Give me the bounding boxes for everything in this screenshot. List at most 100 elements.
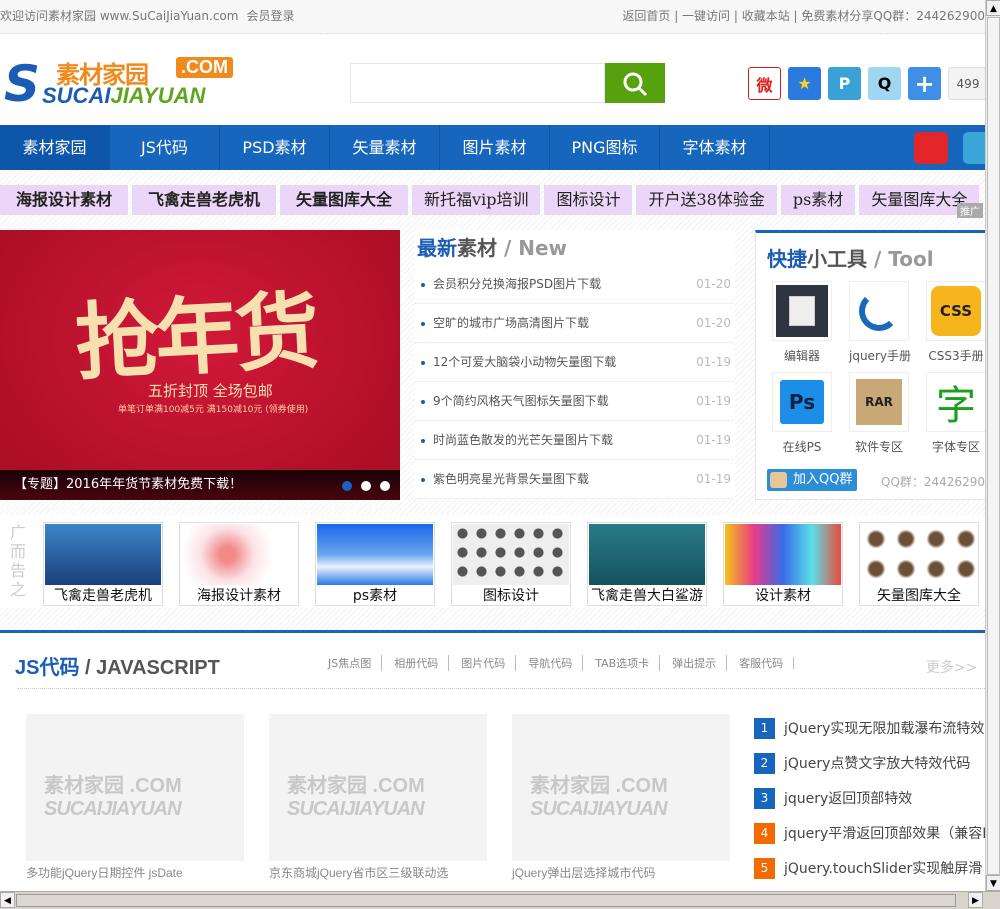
- js-tab[interactable]: 弹出提示: [659, 655, 726, 671]
- section-title: JS代码 / JAVASCRIPT: [15, 657, 220, 679]
- logo-en2: JIAYUAN: [110, 83, 206, 108]
- rank-item[interactable]: 5 jQuery.touchSlider实现触屏滑: [754, 858, 985, 891]
- item-date: 01-19: [696, 394, 731, 408]
- rank-item[interactable]: 2 jQuery点赞文字放大特效代码: [754, 753, 985, 788]
- js-tab[interactable]: 相册代码: [381, 655, 448, 671]
- nav-vector[interactable]: 矢量素材: [330, 125, 440, 170]
- ad-item[interactable]: 图标设计: [451, 522, 571, 606]
- list-item[interactable]: 会员积分兑换海报PSD图片下载 01-20: [415, 265, 733, 304]
- css3-icon: CSS: [931, 286, 981, 336]
- logo-en1: SUCAI: [42, 83, 111, 108]
- vertical-scrollbar[interactable]: ▲ ▼: [985, 0, 1000, 891]
- tool-editor[interactable]: 编辑器: [772, 281, 832, 364]
- search-button[interactable]: [605, 63, 665, 103]
- horizontal-scrollbar[interactable]: ◀ ▶: [0, 891, 1000, 909]
- scroll-right-icon[interactable]: ▶: [968, 892, 983, 908]
- tencent-weibo-icon[interactable]: P: [828, 67, 861, 100]
- newest-materials: 最新素材 / New 会员积分兑换海报PSD图片下载 01-20 空旷的城市广场高…: [415, 230, 735, 500]
- login-link[interactable]: 会员登录: [246, 9, 294, 23]
- tool-jquery[interactable]: jquery手册: [849, 281, 911, 364]
- js-tab[interactable]: JS焦点图: [328, 655, 381, 671]
- code-card[interactable]: 素材家园 .COM SUCAIJIAYUAN 多功能jQuery日期控件 jsDat…: [26, 714, 244, 881]
- promo-link[interactable]: 新托福vip培训: [412, 185, 541, 215]
- item-title: 空旷的城市广场高清图片下载: [433, 316, 590, 330]
- banner-caption[interactable]: 【专题】2016年年货节素材免费下载！: [0, 470, 400, 500]
- more-share-icon[interactable]: +: [908, 67, 941, 100]
- page: 欢迎访问素材家园 www.SuCaiJiaYuan.com 会员登录 返回首页 |…: [0, 0, 985, 891]
- nav-fonts[interactable]: 字体素材: [660, 125, 770, 170]
- tool-fonts[interactable]: 字字体专区: [926, 372, 985, 455]
- promo-link[interactable]: 海报设计素材: [0, 185, 129, 215]
- weibo-icon[interactable]: [914, 132, 948, 164]
- tool-software[interactable]: RAR 软件专区: [849, 372, 909, 455]
- code-card[interactable]: 素材家园 .COM SUCAIJIAYUAN 京东商城jQuery省市区三级联动选: [269, 714, 487, 881]
- top-links[interactable]: 返回首页 | 一键访问 | 收藏本站 | 免费素材分享QQ群：244262900: [622, 0, 985, 33]
- nav-images[interactable]: 图片素材: [440, 125, 550, 170]
- promo-link[interactable]: 飞禽走兽老虎机: [132, 185, 277, 215]
- item-date: 01-20: [696, 277, 731, 291]
- item-title: 时尚蓝色散发的光芒矢量图片下载: [433, 433, 614, 447]
- code-card[interactable]: 素材家园 .COM SUCAIJIAYUAN jQuery弹出层选择城市代码: [512, 714, 730, 881]
- placeholder-logo: 素材家园 .COM SUCAIJIAYUAN: [530, 775, 668, 820]
- join-qq-group-button[interactable]: 加入QQ群: [767, 469, 857, 491]
- js-tab[interactable]: 导航代码: [515, 655, 582, 671]
- slider-dot[interactable]: [342, 481, 352, 491]
- promo-link[interactable]: 图标设计: [544, 185, 633, 215]
- nav-home[interactable]: 素材家园: [0, 125, 110, 170]
- scroll-up-icon[interactable]: ▲: [986, 0, 1000, 16]
- share-count: 499: [948, 67, 985, 100]
- qzone-icon[interactable]: ★: [788, 67, 821, 100]
- ad-item[interactable]: 飞禽走兽老虎机: [43, 522, 163, 606]
- weibo-icon[interactable]: 微: [748, 67, 781, 100]
- slider-dot[interactable]: [361, 481, 371, 491]
- quick-tools: 快捷小工具 / Tool 编辑器 jquery手册 CSS CSS3手册 Ps 在线…: [755, 230, 985, 500]
- jquery-icon: [859, 291, 899, 331]
- ad-item[interactable]: 飞禽走兽大白鲨游: [587, 522, 707, 606]
- item-date: 01-19: [696, 355, 731, 369]
- site-logo[interactable]: S 素材家园 .COM SUCAIJIAYUAN: [4, 55, 249, 110]
- scroll-down-icon[interactable]: ▼: [986, 875, 1000, 891]
- ad-item[interactable]: 海报设计素材: [179, 522, 299, 606]
- ad-item[interactable]: ps素材: [315, 522, 435, 606]
- js-section: JS代码 / JAVASCRIPT JS焦点图 相册代码 图片代码 导航代码 T…: [0, 630, 985, 891]
- banner-slider[interactable]: 抢年货 五折封顶 全场包邮 单笔订单满100减5元 满150减10元 (领券使用…: [0, 230, 400, 500]
- nav-js[interactable]: JS代码: [110, 125, 220, 170]
- section-title: 最新素材 / New: [417, 236, 568, 260]
- list-item[interactable]: 空旷的城市广场高清图片下载 01-20: [415, 304, 733, 343]
- nav-psd[interactable]: PSD素材: [220, 125, 330, 170]
- promo-link[interactable]: ps素材: [780, 185, 856, 215]
- list-item[interactable]: 时尚蓝色散发的光芒矢量图片下载 01-19: [415, 421, 733, 460]
- logo-com: .COM: [176, 57, 233, 78]
- font-char-icon: 字: [936, 383, 976, 429]
- rank-item[interactable]: 3 jquery返回顶部特效: [754, 788, 985, 823]
- scroll-thumb[interactable]: [16, 894, 956, 907]
- rank-item[interactable]: 4jquery平滑返回顶部效果（兼容IE）: [754, 823, 985, 858]
- rar-icon: RAR: [856, 379, 902, 425]
- ranking-list: 1 jQuery实现无限加载瀑布流特效 2 jQuery点赞文字放大特效代码 3 jq…: [754, 718, 985, 891]
- tool-css3[interactable]: CSS CSS3手册: [926, 281, 985, 364]
- ad-item[interactable]: 矢量图库大全: [859, 522, 979, 606]
- ad-item[interactable]: 设计素材: [723, 522, 843, 606]
- placeholder-logo: 素材家园 .COM SUCAIJIAYUAN: [287, 775, 425, 820]
- more-link[interactable]: 更多>>: [926, 657, 977, 677]
- tool-ps[interactable]: Ps 在线PS: [772, 372, 832, 455]
- list-item[interactable]: 12个可爱大脑袋小动物矢量图下载 01-19: [415, 343, 733, 382]
- promo-link[interactable]: 矢量图库大全: [280, 185, 409, 215]
- ad-strip: 广而告之 飞禽走兽老虎机 海报设计素材 ps素材 图标设计 飞禽走兽大白鲨游 设…: [0, 515, 985, 608]
- nav-png[interactable]: PNG图标: [550, 125, 660, 170]
- tencent-weibo-icon[interactable]: [963, 132, 985, 164]
- banner-headline: 抢年货: [72, 280, 318, 393]
- js-tab[interactable]: 客服代码: [726, 655, 793, 671]
- js-tab[interactable]: 图片代码: [448, 655, 515, 671]
- slider-dot[interactable]: [380, 481, 390, 491]
- list-item[interactable]: 紫色明亮星光背景矢量图下载 01-19: [415, 460, 733, 499]
- promo-link[interactable]: 开户送38体验金: [636, 185, 777, 215]
- top-bar: 欢迎访问素材家园 www.SuCaiJiaYuan.com 会员登录 返回首页 |…: [0, 0, 985, 34]
- scroll-left-icon[interactable]: ◀: [0, 892, 15, 908]
- qq-icon[interactable]: Q: [868, 67, 901, 100]
- js-tab[interactable]: TAB选项卡: [582, 655, 659, 671]
- scroll-thumb[interactable]: [987, 17, 1000, 875]
- rank-item[interactable]: 1 jQuery实现无限加载瀑布流特效: [754, 718, 985, 753]
- list-item[interactable]: 9个简约风格天气图标矢量图下载 01-19: [415, 382, 733, 421]
- search-input[interactable]: [350, 63, 605, 103]
